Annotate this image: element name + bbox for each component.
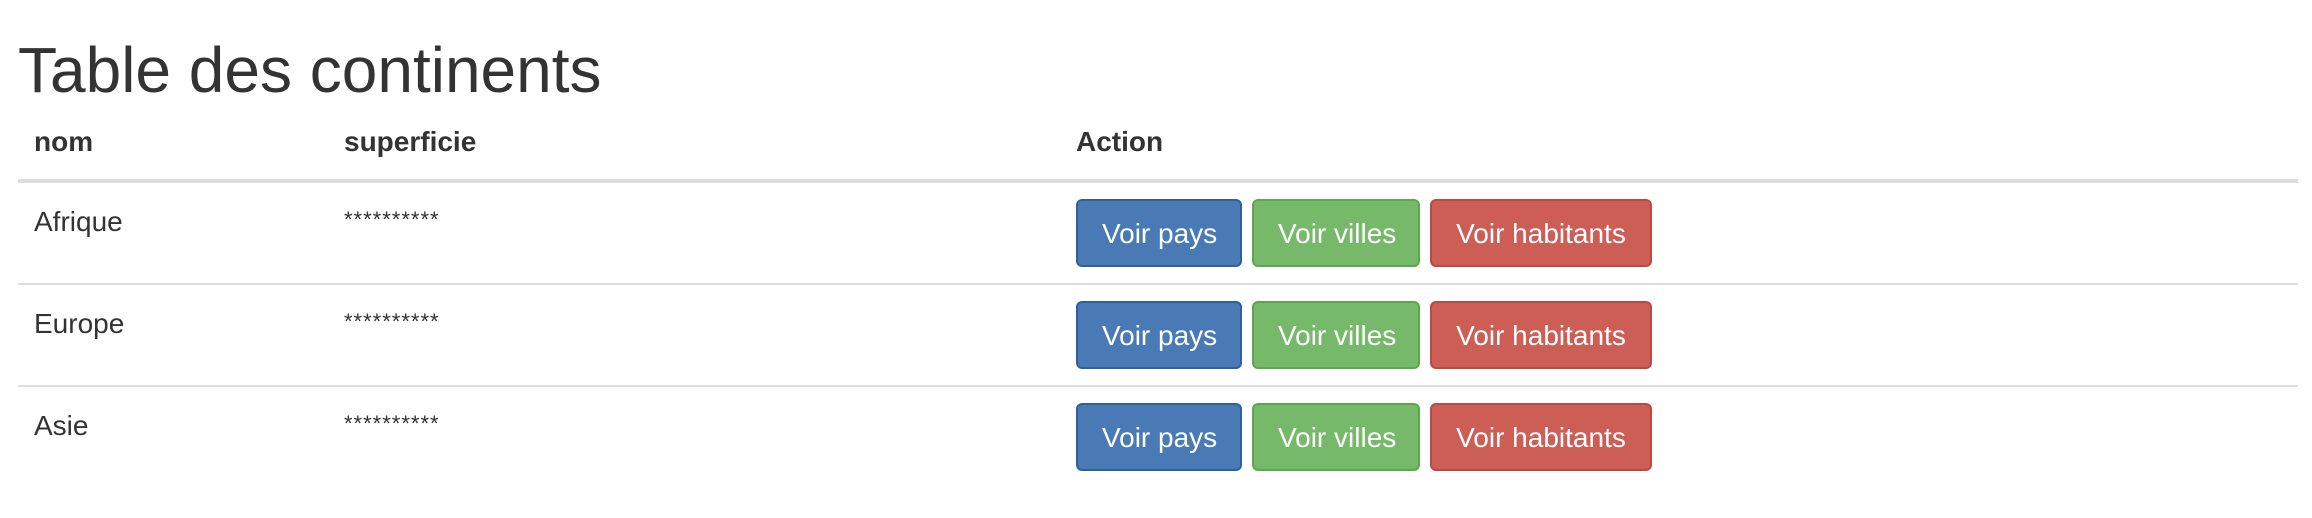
table-row: Europe ********** Voir pays Voir villes … bbox=[18, 283, 2298, 386]
cell-actions: Voir pays Voir villes Voir habitants bbox=[1060, 283, 2298, 386]
cell-actions: Voir pays Voir villes Voir habitants bbox=[1060, 181, 2298, 284]
view-cities-button[interactable]: Voir villes bbox=[1252, 403, 1420, 471]
continent-area: ********** bbox=[344, 207, 440, 232]
row-actions: Voir pays Voir villes Voir habitants bbox=[1076, 183, 2282, 267]
table-header: nom superficie Action bbox=[18, 125, 2298, 183]
page: Table des continents nom superficie Acti… bbox=[0, 0, 2312, 518]
view-countries-button[interactable]: Voir pays bbox=[1076, 403, 1242, 471]
view-countries-button[interactable]: Voir pays bbox=[1076, 301, 1242, 369]
cell-area: ********** bbox=[328, 181, 1060, 284]
cell-area: ********** bbox=[328, 385, 1060, 487]
column-header-action: Action bbox=[1060, 125, 2298, 183]
table-body: Afrique ********** Voir pays Voir villes… bbox=[18, 181, 2298, 487]
cell-name: Asie bbox=[18, 385, 328, 487]
continent-name: Asie bbox=[34, 410, 89, 441]
view-inhabitants-button[interactable]: Voir habitants bbox=[1430, 199, 1652, 267]
view-countries-button[interactable]: Voir pays bbox=[1076, 199, 1242, 267]
row-actions: Voir pays Voir villes Voir habitants bbox=[1076, 285, 2282, 369]
continent-area: ********** bbox=[344, 411, 440, 436]
view-cities-button[interactable]: Voir villes bbox=[1252, 199, 1420, 267]
column-header-name: nom bbox=[18, 125, 328, 183]
continents-table: nom superficie Action Afrique **********… bbox=[18, 125, 2298, 487]
row-actions: Voir pays Voir villes Voir habitants bbox=[1076, 387, 2282, 471]
page-title: Table des continents bbox=[18, 34, 602, 106]
cell-name: Afrique bbox=[18, 181, 328, 284]
cell-area: ********** bbox=[328, 283, 1060, 386]
continent-area: ********** bbox=[344, 309, 440, 334]
continent-name: Afrique bbox=[34, 206, 123, 237]
table-row: Afrique ********** Voir pays Voir villes… bbox=[18, 181, 2298, 284]
view-cities-button[interactable]: Voir villes bbox=[1252, 301, 1420, 369]
table-row: Asie ********** Voir pays Voir villes Vo… bbox=[18, 385, 2298, 487]
continent-name: Europe bbox=[34, 308, 125, 339]
view-inhabitants-button[interactable]: Voir habitants bbox=[1430, 301, 1652, 369]
column-header-area: superficie bbox=[328, 125, 1060, 183]
cell-actions: Voir pays Voir villes Voir habitants bbox=[1060, 385, 2298, 487]
cell-name: Europe bbox=[18, 283, 328, 386]
table-header-row: nom superficie Action bbox=[18, 125, 2298, 183]
view-inhabitants-button[interactable]: Voir habitants bbox=[1430, 403, 1652, 471]
